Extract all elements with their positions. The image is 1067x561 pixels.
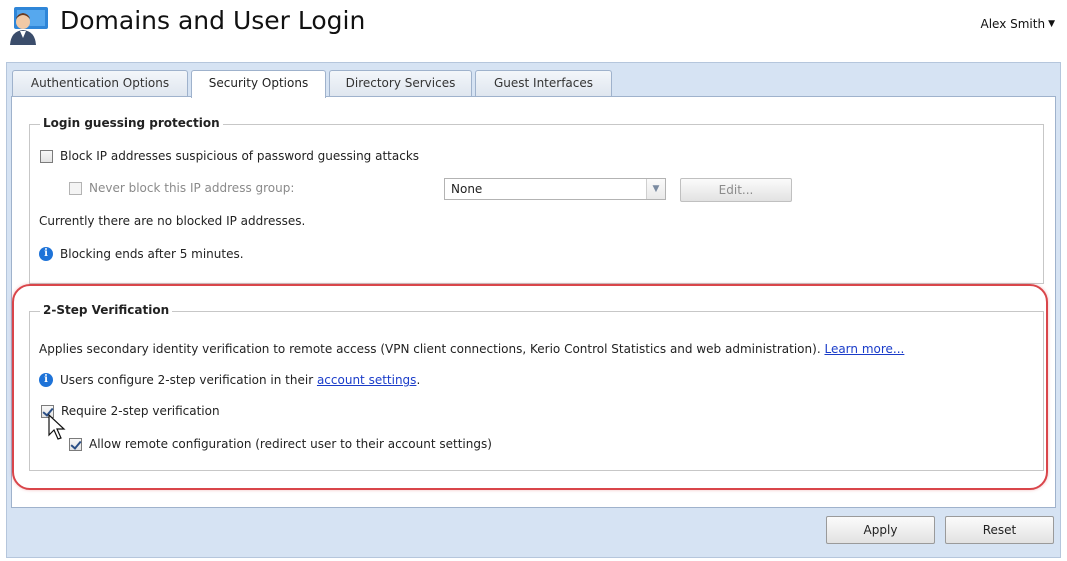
apply-button[interactable]: Apply <box>826 516 935 544</box>
tab-authentication-options[interactable]: Authentication Options <box>12 70 188 96</box>
block-ip-checkbox[interactable] <box>40 149 53 163</box>
two-step-verification-legend: 2-Step Verification <box>40 303 173 317</box>
never-block-row[interactable]: Never block this IP address group: <box>69 181 294 195</box>
require-two-step-row[interactable]: Require 2-step verification <box>41 404 220 418</box>
tab-content: Login guessing protection Block IP addre… <box>11 96 1056 508</box>
user-domain-icon <box>8 5 50 45</box>
allow-remote-checkbox[interactable] <box>69 437 82 451</box>
block-ip-label: Block IP addresses suspicious of passwor… <box>60 149 420 163</box>
ip-group-select[interactable]: None ▼ <box>444 178 666 200</box>
never-block-label: Never block this IP address group: <box>89 181 295 195</box>
two-step-description-row: Applies secondary identity verification … <box>39 342 904 356</box>
never-block-checkbox[interactable] <box>69 181 82 195</box>
blocking-info-row: i Blocking ends after 5 minutes. <box>39 247 244 261</box>
user-menu[interactable]: Alex Smith ▼ <box>980 17 1055 31</box>
account-settings-link[interactable]: account settings <box>317 373 416 387</box>
tab-security-options[interactable]: Security Options <box>191 70 326 98</box>
blocking-info-text: Blocking ends after 5 minutes. <box>60 247 244 261</box>
info-icon: i <box>39 247 53 261</box>
no-blocked-text: Currently there are no blocked IP addres… <box>39 214 306 228</box>
info-icon: i <box>39 373 53 387</box>
page-title: Domains and User Login <box>60 6 366 35</box>
two-step-description: Applies secondary identity verification … <box>39 342 821 356</box>
two-step-info-text: Users configure 2-step verification in t… <box>60 373 314 387</box>
ip-group-value: None <box>451 182 483 196</box>
block-ip-row[interactable]: Block IP addresses suspicious of passwor… <box>40 149 419 163</box>
login-guessing-protection-legend: Login guessing protection <box>40 116 223 130</box>
allow-remote-label: Allow remote configuration (redirect use… <box>89 437 492 451</box>
tab-guest-interfaces[interactable]: Guest Interfaces <box>475 70 612 96</box>
edit-button[interactable]: Edit... <box>680 178 792 202</box>
chevron-down-icon[interactable]: ▼ <box>646 179 665 199</box>
reset-button[interactable]: Reset <box>945 516 1054 544</box>
require-two-step-label: Require 2-step verification <box>61 404 220 418</box>
caret-down-icon: ▼ <box>1048 19 1055 29</box>
allow-remote-row[interactable]: Allow remote configuration (redirect use… <box>69 437 492 451</box>
mouse-pointer-icon <box>48 413 66 443</box>
two-step-info-suffix: . <box>416 373 421 387</box>
two-step-info-row: i Users configure 2-step verification in… <box>39 373 420 387</box>
tab-directory-services[interactable]: Directory Services <box>329 70 472 96</box>
learn-more-link[interactable]: Learn more... <box>824 342 904 356</box>
user-name: Alex Smith <box>980 17 1046 31</box>
